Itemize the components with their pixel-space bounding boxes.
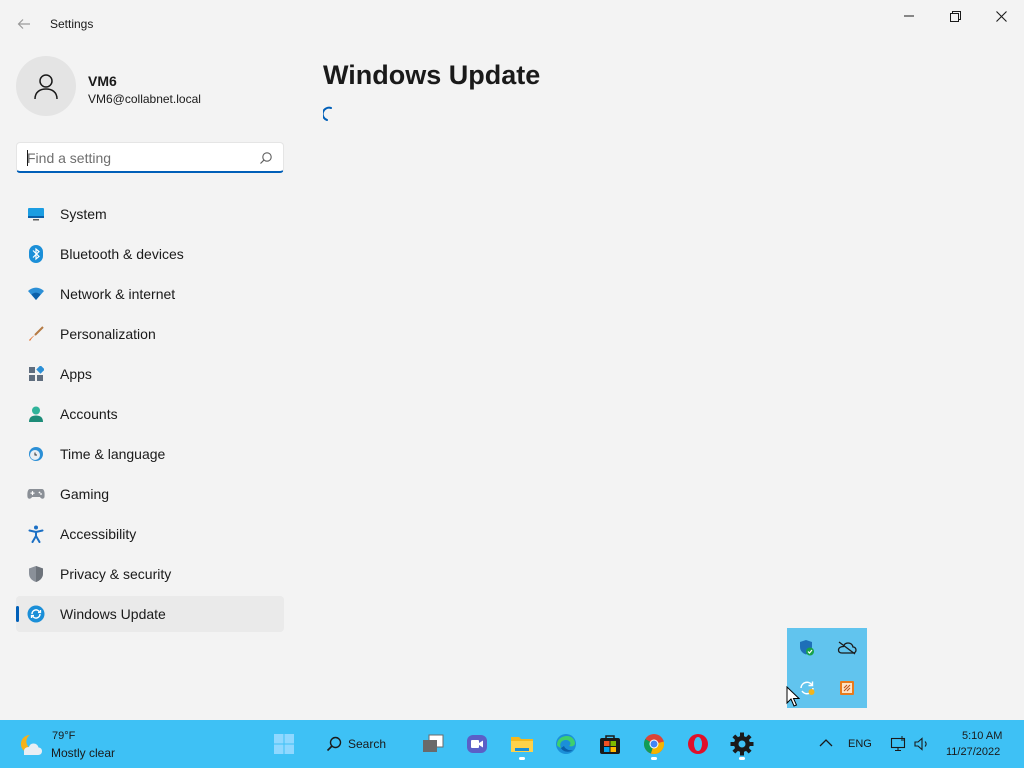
search-icon[interactable] <box>259 151 273 165</box>
personalization-brush-icon <box>27 325 45 343</box>
app-title: Settings <box>50 17 94 31</box>
windows-security-icon <box>800 640 814 656</box>
file-explorer-button[interactable] <box>504 726 540 762</box>
network-status-icon[interactable] <box>890 735 908 753</box>
user-email: VM6@collabnet.local <box>88 92 201 106</box>
sidebar-item-label: Network & internet <box>60 286 176 302</box>
clock-time[interactable]: 5:10 AM <box>962 730 1002 742</box>
weather-widget[interactable]: 79°F Mostly clear <box>16 729 126 761</box>
running-indicator <box>519 757 525 760</box>
language-indicator[interactable]: ENG <box>848 738 872 750</box>
sidebar-item-accounts[interactable]: Accounts <box>16 396 284 432</box>
settings-gear-icon <box>730 732 754 756</box>
sidebar-item-label: Accounts <box>60 406 118 422</box>
sidebar-item-label: Privacy & security <box>60 566 172 582</box>
restore-icon <box>949 10 961 22</box>
sidebar-item-apps[interactable]: Apps <box>16 356 284 392</box>
sidebar-item-label: Personalization <box>60 326 156 342</box>
sidebar-item-label: Accessibility <box>60 526 137 542</box>
minimize-button[interactable] <box>886 0 932 32</box>
weather-temperature: 79°F <box>52 730 76 742</box>
weather-condition: Mostly clear <box>51 746 116 760</box>
accessibility-icon <box>27 525 45 543</box>
sidebar-nav: System Bluetooth & devices Network & int… <box>16 196 284 636</box>
taskbar-search-label: Search <box>348 737 387 751</box>
sticky-app-icon <box>840 681 854 695</box>
sidebar-item-label: Apps <box>60 366 92 382</box>
sidebar-item-label: Bluetooth & devices <box>60 246 184 262</box>
task-view-button[interactable] <box>415 726 451 762</box>
network-icon <box>27 285 45 303</box>
user-icon <box>34 74 58 100</box>
sidebar-item-privacy-security[interactable]: Privacy & security <box>16 556 284 592</box>
loading-spinner-icon <box>323 106 332 121</box>
start-button[interactable] <box>266 726 302 762</box>
time-language-icon <box>27 445 45 463</box>
restore-button[interactable] <box>932 0 978 32</box>
minimize-icon <box>904 15 914 17</box>
taskbar: 79°F Mostly clear Search ENG 5:10 AM 11/… <box>0 720 1024 768</box>
system-icon <box>27 205 45 223</box>
edge-icon <box>556 734 576 754</box>
sidebar-item-label: Time & language <box>60 446 166 462</box>
bluetooth-icon <box>27 245 45 263</box>
sidebar-item-windows-update[interactable]: Windows Update <box>16 596 284 632</box>
sidebar-item-label: Windows Update <box>60 606 166 622</box>
chevron-up-icon[interactable] <box>817 734 835 752</box>
file-explorer-icon <box>511 737 533 752</box>
teams-icon <box>467 735 487 753</box>
opera-button[interactable] <box>680 726 716 762</box>
clock-date[interactable]: 11/27/2022 <box>946 746 1000 758</box>
windows-update-icon <box>27 605 45 623</box>
gaming-icon <box>27 485 45 503</box>
user-profile[interactable]: VM6 VM6@collabnet.local <box>16 56 286 118</box>
sync-icon <box>800 681 815 695</box>
shield-icon <box>27 565 45 583</box>
sidebar-item-label: System <box>60 206 107 222</box>
teams-button[interactable] <box>459 726 495 762</box>
chrome-button[interactable] <box>636 726 672 762</box>
search-icon <box>326 736 342 752</box>
search-input[interactable] <box>27 148 247 168</box>
settings-button[interactable] <box>724 726 760 762</box>
running-indicator <box>651 757 657 760</box>
page-title: Windows Update <box>323 60 541 90</box>
sticky-app-tray-button[interactable] <box>827 668 867 708</box>
settings-search[interactable] <box>16 142 284 173</box>
store-button[interactable] <box>592 726 628 762</box>
text-caret <box>27 150 28 166</box>
start-icon <box>274 734 294 754</box>
sidebar-item-personalization[interactable]: Personalization <box>16 316 284 352</box>
sidebar-item-accessibility[interactable]: Accessibility <box>16 516 284 552</box>
running-indicator <box>739 757 745 760</box>
close-button[interactable] <box>978 0 1024 32</box>
onedrive-tray-button[interactable] <box>827 628 867 668</box>
taskbar-search-button[interactable]: Search <box>326 727 396 761</box>
close-icon <box>995 10 1007 22</box>
title-bar: Settings <box>0 0 1024 48</box>
mouse-cursor-icon <box>786 686 800 707</box>
task-view-icon <box>423 734 444 752</box>
apps-icon <box>27 365 45 383</box>
store-icon <box>600 735 620 754</box>
sidebar-item-gaming[interactable]: Gaming <box>16 476 284 512</box>
volume-icon[interactable] <box>913 735 931 753</box>
edge-button[interactable] <box>548 726 584 762</box>
moon-cloud-icon <box>20 734 42 755</box>
back-arrow-icon <box>17 19 30 29</box>
sidebar-item-network[interactable]: Network & internet <box>16 276 284 312</box>
accounts-icon <box>27 405 45 423</box>
back-button[interactable] <box>10 10 38 38</box>
sidebar-item-system[interactable]: System <box>16 196 284 232</box>
sidebar-item-bluetooth[interactable]: Bluetooth & devices <box>16 236 284 272</box>
opera-icon <box>688 734 708 754</box>
windows-security-tray-button[interactable] <box>787 628 827 668</box>
user-name: VM6 <box>88 73 117 89</box>
sidebar-item-time-language[interactable]: Time & language <box>16 436 284 472</box>
chrome-icon <box>643 734 665 754</box>
avatar <box>16 56 76 116</box>
sidebar-item-label: Gaming <box>60 486 110 502</box>
onedrive-offline-icon <box>837 641 857 655</box>
